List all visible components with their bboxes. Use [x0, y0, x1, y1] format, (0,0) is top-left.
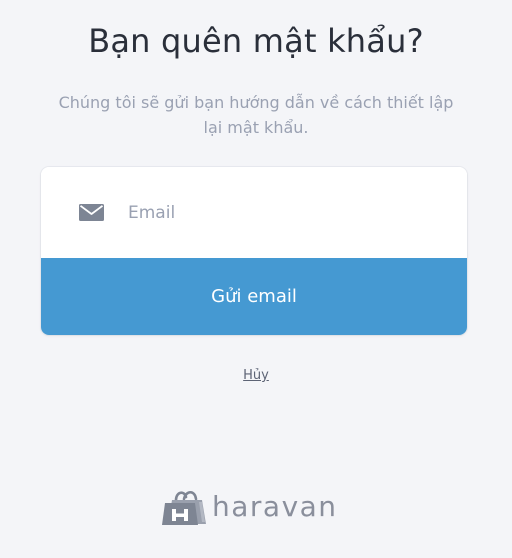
- shopping-bag-icon: [162, 490, 206, 525]
- page-subtitle: Chúng tôi sẽ gửi bạn hướng dẫn về cách t…: [58, 93, 454, 137]
- forgot-password-page: Bạn quên mật khẩu? Chúng tôi sẽ gửi bạn …: [0, 0, 512, 558]
- email-field-row: [41, 167, 467, 258]
- reset-form-card: Gửi email: [41, 167, 467, 335]
- cancel-container: Hủy: [0, 364, 512, 383]
- page-title: Bạn quên mật khẩu?: [88, 22, 424, 60]
- email-input[interactable]: [128, 193, 438, 233]
- send-email-button[interactable]: Gửi email: [41, 258, 467, 335]
- mail-icon: [79, 204, 104, 221]
- brand-logo: haravan: [162, 486, 352, 528]
- brand-name: haravan: [212, 490, 338, 523]
- cancel-link[interactable]: Hủy: [243, 368, 269, 383]
